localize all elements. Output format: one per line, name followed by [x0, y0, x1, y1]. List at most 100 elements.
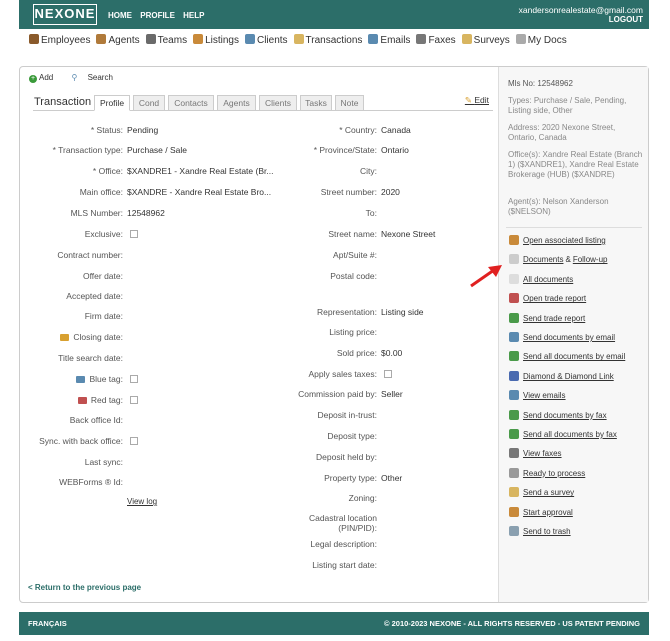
main-menu: Employees Agents Teams Listings Clients Trans… — [29, 34, 649, 48]
email-all-icon — [509, 351, 519, 362]
menu-label: Clients — [256, 35, 288, 46]
view-log-link[interactable]: View log — [127, 497, 157, 506]
menu-transactions[interactable]: Transactions — [293, 34, 362, 46]
menu-listings[interactable]: Listings — [193, 34, 239, 46]
field-value: 12548962 — [127, 208, 165, 218]
summary-sidebar: Mls No: 12548962 Types: Purchase / Sale,… — [498, 67, 648, 602]
menu-faxes[interactable]: Faxes — [416, 34, 456, 46]
edit-button[interactable]: ✎ Edit — [465, 95, 489, 106]
tab-profile[interactable]: Profile — [94, 95, 130, 111]
menu-emails[interactable]: Emails — [368, 34, 410, 46]
faxes-icon — [416, 34, 427, 44]
blue-tag-icon — [76, 376, 86, 383]
sidebar-link-send-documents-by-email[interactable]: Send documents by email — [509, 332, 615, 342]
field-value: Pending — [127, 125, 159, 135]
checkbox[interactable] — [130, 230, 138, 238]
address-info: Address: 2020 Nexone Street, Ontario, Ca… — [508, 123, 616, 142]
field-value: Ontario — [381, 145, 409, 155]
field-value: Nexone Street — [381, 229, 436, 239]
sidebar-link-send-trade-report[interactable]: Send trade report — [509, 312, 585, 323]
search-button[interactable]: ⚲ Search — [71, 73, 120, 82]
send-report-icon — [509, 312, 519, 323]
menu-my-docs[interactable]: My Docs — [515, 34, 567, 46]
field-label: Blue tag: — [20, 374, 123, 384]
surveys-icon — [461, 34, 472, 44]
logo[interactable]: NEXONE — [33, 4, 97, 25]
checkbox[interactable] — [130, 396, 138, 404]
sidebar-link-view-faxes[interactable]: View faxes — [509, 448, 562, 459]
tab-tasks[interactable]: Tasks — [300, 95, 332, 111]
language-link[interactable]: FRANÇAIS — [28, 619, 67, 628]
field-label: Postal code: — [330, 271, 377, 281]
field-label: Representation: — [316, 307, 377, 317]
checkbox[interactable] — [384, 370, 392, 378]
nav-profile[interactable]: PROFILE — [140, 11, 175, 20]
field-label: Contract number: — [57, 250, 123, 260]
field-label: * Transaction type: — [52, 145, 123, 155]
field-value: Purchase / Sale — [127, 145, 188, 155]
sidebar-link-view-emails[interactable]: View emails — [509, 390, 566, 401]
nav-help[interactable]: HELP — [183, 11, 204, 20]
sidebar-link-send-documents-by-fax[interactable]: Send documents by fax — [509, 409, 607, 420]
link-icon — [509, 370, 519, 381]
nav-home[interactable]: HOME — [108, 11, 132, 20]
field-label: * Province/State: — [313, 145, 377, 155]
return-link[interactable]: < Return to the previous page — [28, 583, 141, 592]
add-button[interactable]: + Add — [29, 73, 61, 83]
field-label: Listing start date: — [312, 560, 377, 570]
top-bar: NEXONE HOME PROFILE HELP xandersonreales… — [19, 0, 649, 29]
types-info: Types: Purchase / Sale, Pending, Listing… — [508, 96, 627, 115]
menu-label: Listings — [205, 35, 239, 46]
tab-agents[interactable]: Agents — [217, 95, 256, 111]
menu-label: Faxes — [428, 35, 456, 46]
tab-contacts[interactable]: Contacts — [168, 95, 214, 111]
field-label: Zoning: — [348, 493, 377, 503]
transaction-form: + Add ⚲ Search Transaction Profile Cond C… — [20, 67, 498, 602]
tab-cond[interactable]: Cond — [133, 95, 165, 111]
field-label: Sold price: — [336, 348, 377, 358]
sidebar-link-send-all-documents-by-fax[interactable]: Send all documents by fax — [509, 429, 617, 439]
sidebar-link-send-to-trash[interactable]: Send to trash — [509, 526, 571, 536]
sidebar-link-documents[interactable]: Documents & Follow-up — [509, 254, 608, 265]
sidebar-link-send-all-documents-by-email[interactable]: Send all documents by email — [509, 351, 625, 362]
sidebar-link-open-associated-listing[interactable]: Open associated listing — [509, 235, 606, 245]
sidebar-link-start-approval[interactable]: Start approval — [509, 506, 573, 517]
field-label: Legal description: — [310, 539, 377, 549]
house-icon — [509, 235, 519, 245]
tab-clients[interactable]: Clients — [259, 95, 297, 111]
user-info: xandersonrealestate@gmail.com LOGOUT — [519, 5, 643, 25]
fax-all-icon — [509, 429, 519, 439]
field-label: Accepted date: — [66, 291, 123, 301]
menu-teams[interactable]: Teams — [145, 34, 187, 46]
field-label: To: — [365, 208, 377, 218]
menu-agents[interactable]: Agents — [96, 34, 140, 46]
menu-surveys[interactable]: Surveys — [461, 34, 510, 46]
offices-info: Office(s): Xandre Real Estate (Branch 1)… — [508, 150, 643, 179]
field-value: $XANDRE1 - Xandre Real Estate (Br... — [127, 166, 274, 176]
menu-clients[interactable]: Clients — [244, 34, 288, 46]
field-label: Sync. with back office: — [39, 436, 123, 446]
agents-info: Agent(s): Nelson Xanderson ($NELSON) — [508, 197, 609, 216]
red-arrow-icon — [470, 265, 502, 288]
checkbox[interactable] — [130, 437, 138, 445]
sidebar-link-diamond-diamond-link[interactable]: Diamond & Diamond Link — [509, 370, 614, 381]
logout-link[interactable]: LOGOUT — [519, 15, 643, 25]
trash-icon — [509, 526, 519, 536]
field-value: Seller — [381, 389, 403, 399]
sidebar-link-all-documents[interactable]: All documents — [509, 273, 573, 284]
sidebar-link-open-trade-report[interactable]: Open trade report — [509, 293, 586, 304]
sidebar-link-ready-to-process[interactable]: Ready to process — [509, 467, 585, 478]
field-label: Firm date: — [84, 311, 123, 321]
field-value: 2020 — [381, 187, 400, 197]
tab-note[interactable]: Note — [335, 95, 364, 111]
field-label: MLS Number: — [70, 208, 123, 218]
tab-bar: Transaction Profile Cond Contacts Agents… — [33, 93, 493, 111]
checkbox[interactable] — [130, 375, 138, 383]
user-email: xandersonrealestate@gmail.com — [518, 5, 643, 15]
plus-icon: + — [29, 75, 37, 83]
field-label: Street number: — [320, 187, 377, 197]
field-label: Main office: — [79, 187, 123, 197]
sidebar-link-send-a-survey[interactable]: Send a survey — [509, 487, 574, 498]
field-label: Cadastral location (PIN/PID): — [308, 513, 377, 533]
menu-employees[interactable]: Employees — [29, 34, 90, 46]
